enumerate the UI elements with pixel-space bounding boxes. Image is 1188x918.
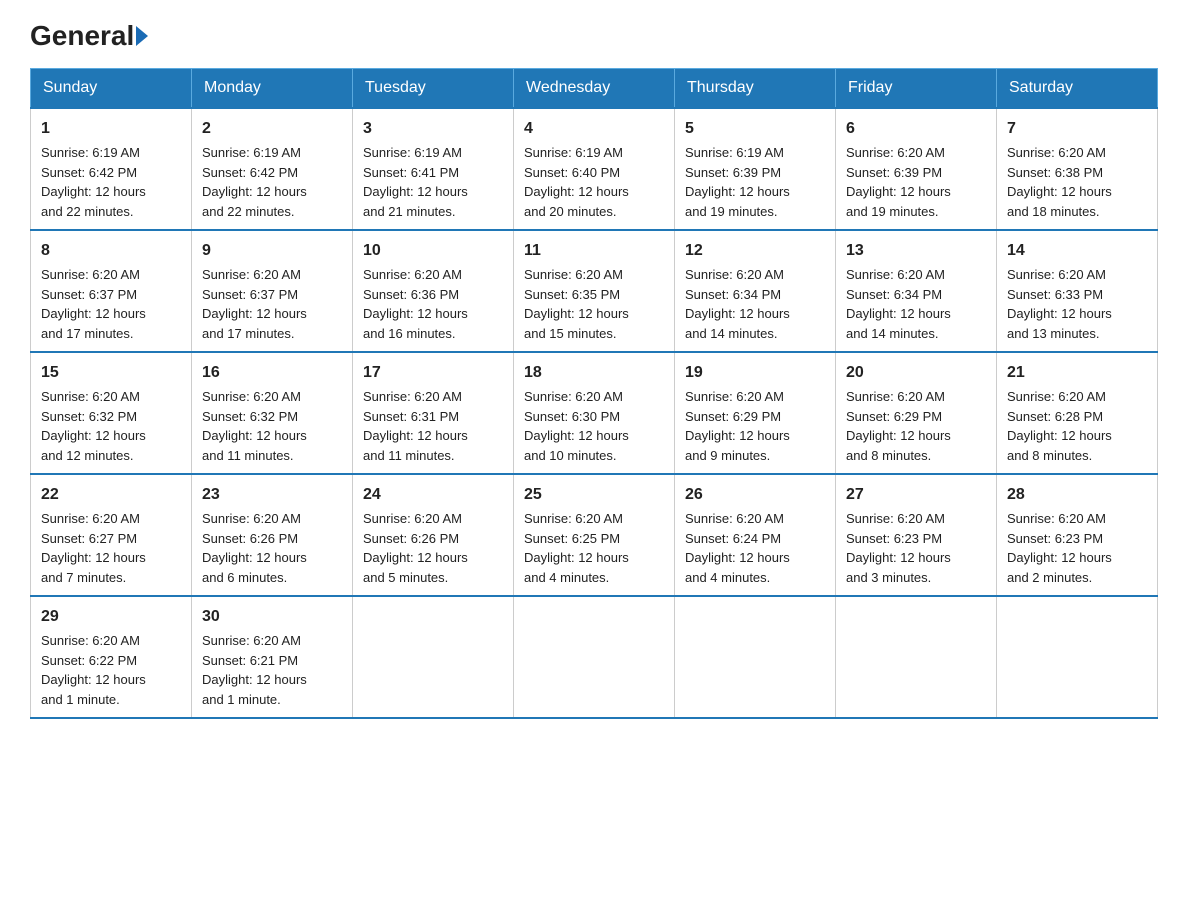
calendar-cell: 24 Sunrise: 6:20 AM Sunset: 6:26 PM Dayl…: [353, 474, 514, 596]
day-number: 5: [685, 117, 825, 141]
calendar-cell: [353, 596, 514, 718]
calendar-cell: 21 Sunrise: 6:20 AM Sunset: 6:28 PM Dayl…: [997, 352, 1158, 474]
calendar-cell: 22 Sunrise: 6:20 AM Sunset: 6:27 PM Dayl…: [31, 474, 192, 596]
day-number: 12: [685, 239, 825, 263]
calendar-cell: 12 Sunrise: 6:20 AM Sunset: 6:34 PM Dayl…: [675, 230, 836, 352]
calendar-cell: 6 Sunrise: 6:20 AM Sunset: 6:39 PM Dayli…: [836, 108, 997, 230]
day-number: 23: [202, 483, 342, 507]
day-number: 22: [41, 483, 181, 507]
calendar-cell: 29 Sunrise: 6:20 AM Sunset: 6:22 PM Dayl…: [31, 596, 192, 718]
calendar-cell: 26 Sunrise: 6:20 AM Sunset: 6:24 PM Dayl…: [675, 474, 836, 596]
day-number: 2: [202, 117, 342, 141]
calendar-cell: 3 Sunrise: 6:19 AM Sunset: 6:41 PM Dayli…: [353, 108, 514, 230]
day-number: 16: [202, 361, 342, 385]
logo: General: [30, 20, 150, 48]
day-number: 18: [524, 361, 664, 385]
day-number: 30: [202, 605, 342, 629]
day-header-sunday: Sunday: [31, 69, 192, 109]
day-header-wednesday: Wednesday: [514, 69, 675, 109]
calendar-cell: 30 Sunrise: 6:20 AM Sunset: 6:21 PM Dayl…: [192, 596, 353, 718]
day-number: 13: [846, 239, 986, 263]
calendar-cell: 1 Sunrise: 6:19 AM Sunset: 6:42 PM Dayli…: [31, 108, 192, 230]
day-header-thursday: Thursday: [675, 69, 836, 109]
day-number: 14: [1007, 239, 1147, 263]
calendar-cell: [514, 596, 675, 718]
day-number: 8: [41, 239, 181, 263]
calendar-cell: 15 Sunrise: 6:20 AM Sunset: 6:32 PM Dayl…: [31, 352, 192, 474]
day-number: 25: [524, 483, 664, 507]
calendar-cell: 16 Sunrise: 6:20 AM Sunset: 6:32 PM Dayl…: [192, 352, 353, 474]
day-number: 27: [846, 483, 986, 507]
calendar-cell: 9 Sunrise: 6:20 AM Sunset: 6:37 PM Dayli…: [192, 230, 353, 352]
calendar-cell: 7 Sunrise: 6:20 AM Sunset: 6:38 PM Dayli…: [997, 108, 1158, 230]
page-header: General: [30, 20, 1158, 48]
week-row-2: 8 Sunrise: 6:20 AM Sunset: 6:37 PM Dayli…: [31, 230, 1158, 352]
day-header-friday: Friday: [836, 69, 997, 109]
calendar-cell: 20 Sunrise: 6:20 AM Sunset: 6:29 PM Dayl…: [836, 352, 997, 474]
calendar-cell: 19 Sunrise: 6:20 AM Sunset: 6:29 PM Dayl…: [675, 352, 836, 474]
calendar-cell: 11 Sunrise: 6:20 AM Sunset: 6:35 PM Dayl…: [514, 230, 675, 352]
day-number: 4: [524, 117, 664, 141]
calendar-cell: [997, 596, 1158, 718]
day-number: 29: [41, 605, 181, 629]
day-number: 21: [1007, 361, 1147, 385]
day-number: 15: [41, 361, 181, 385]
week-row-1: 1 Sunrise: 6:19 AM Sunset: 6:42 PM Dayli…: [31, 108, 1158, 230]
calendar-cell: 18 Sunrise: 6:20 AM Sunset: 6:30 PM Dayl…: [514, 352, 675, 474]
calendar-table: SundayMondayTuesdayWednesdayThursdayFrid…: [30, 68, 1158, 719]
day-number: 1: [41, 117, 181, 141]
logo-triangle-icon: [136, 26, 148, 46]
week-row-3: 15 Sunrise: 6:20 AM Sunset: 6:32 PM Dayl…: [31, 352, 1158, 474]
week-row-5: 29 Sunrise: 6:20 AM Sunset: 6:22 PM Dayl…: [31, 596, 1158, 718]
calendar-cell: 27 Sunrise: 6:20 AM Sunset: 6:23 PM Dayl…: [836, 474, 997, 596]
day-number: 3: [363, 117, 503, 141]
day-header-monday: Monday: [192, 69, 353, 109]
day-number: 6: [846, 117, 986, 141]
calendar-cell: 10 Sunrise: 6:20 AM Sunset: 6:36 PM Dayl…: [353, 230, 514, 352]
week-row-4: 22 Sunrise: 6:20 AM Sunset: 6:27 PM Dayl…: [31, 474, 1158, 596]
logo-general: General: [30, 20, 134, 52]
day-header-tuesday: Tuesday: [353, 69, 514, 109]
calendar-cell: [836, 596, 997, 718]
day-number: 7: [1007, 117, 1147, 141]
day-number: 24: [363, 483, 503, 507]
calendar-cell: 8 Sunrise: 6:20 AM Sunset: 6:37 PM Dayli…: [31, 230, 192, 352]
header-row: SundayMondayTuesdayWednesdayThursdayFrid…: [31, 69, 1158, 109]
day-number: 11: [524, 239, 664, 263]
calendar-cell: 14 Sunrise: 6:20 AM Sunset: 6:33 PM Dayl…: [997, 230, 1158, 352]
calendar-cell: 28 Sunrise: 6:20 AM Sunset: 6:23 PM Dayl…: [997, 474, 1158, 596]
day-number: 28: [1007, 483, 1147, 507]
calendar-cell: 17 Sunrise: 6:20 AM Sunset: 6:31 PM Dayl…: [353, 352, 514, 474]
day-number: 10: [363, 239, 503, 263]
calendar-cell: 4 Sunrise: 6:19 AM Sunset: 6:40 PM Dayli…: [514, 108, 675, 230]
day-number: 26: [685, 483, 825, 507]
calendar-cell: 2 Sunrise: 6:19 AM Sunset: 6:42 PM Dayli…: [192, 108, 353, 230]
calendar-cell: 23 Sunrise: 6:20 AM Sunset: 6:26 PM Dayl…: [192, 474, 353, 596]
calendar-cell: 25 Sunrise: 6:20 AM Sunset: 6:25 PM Dayl…: [514, 474, 675, 596]
day-number: 17: [363, 361, 503, 385]
day-number: 19: [685, 361, 825, 385]
day-header-saturday: Saturday: [997, 69, 1158, 109]
calendar-cell: 5 Sunrise: 6:19 AM Sunset: 6:39 PM Dayli…: [675, 108, 836, 230]
day-number: 20: [846, 361, 986, 385]
calendar-cell: [675, 596, 836, 718]
calendar-cell: 13 Sunrise: 6:20 AM Sunset: 6:34 PM Dayl…: [836, 230, 997, 352]
day-number: 9: [202, 239, 342, 263]
